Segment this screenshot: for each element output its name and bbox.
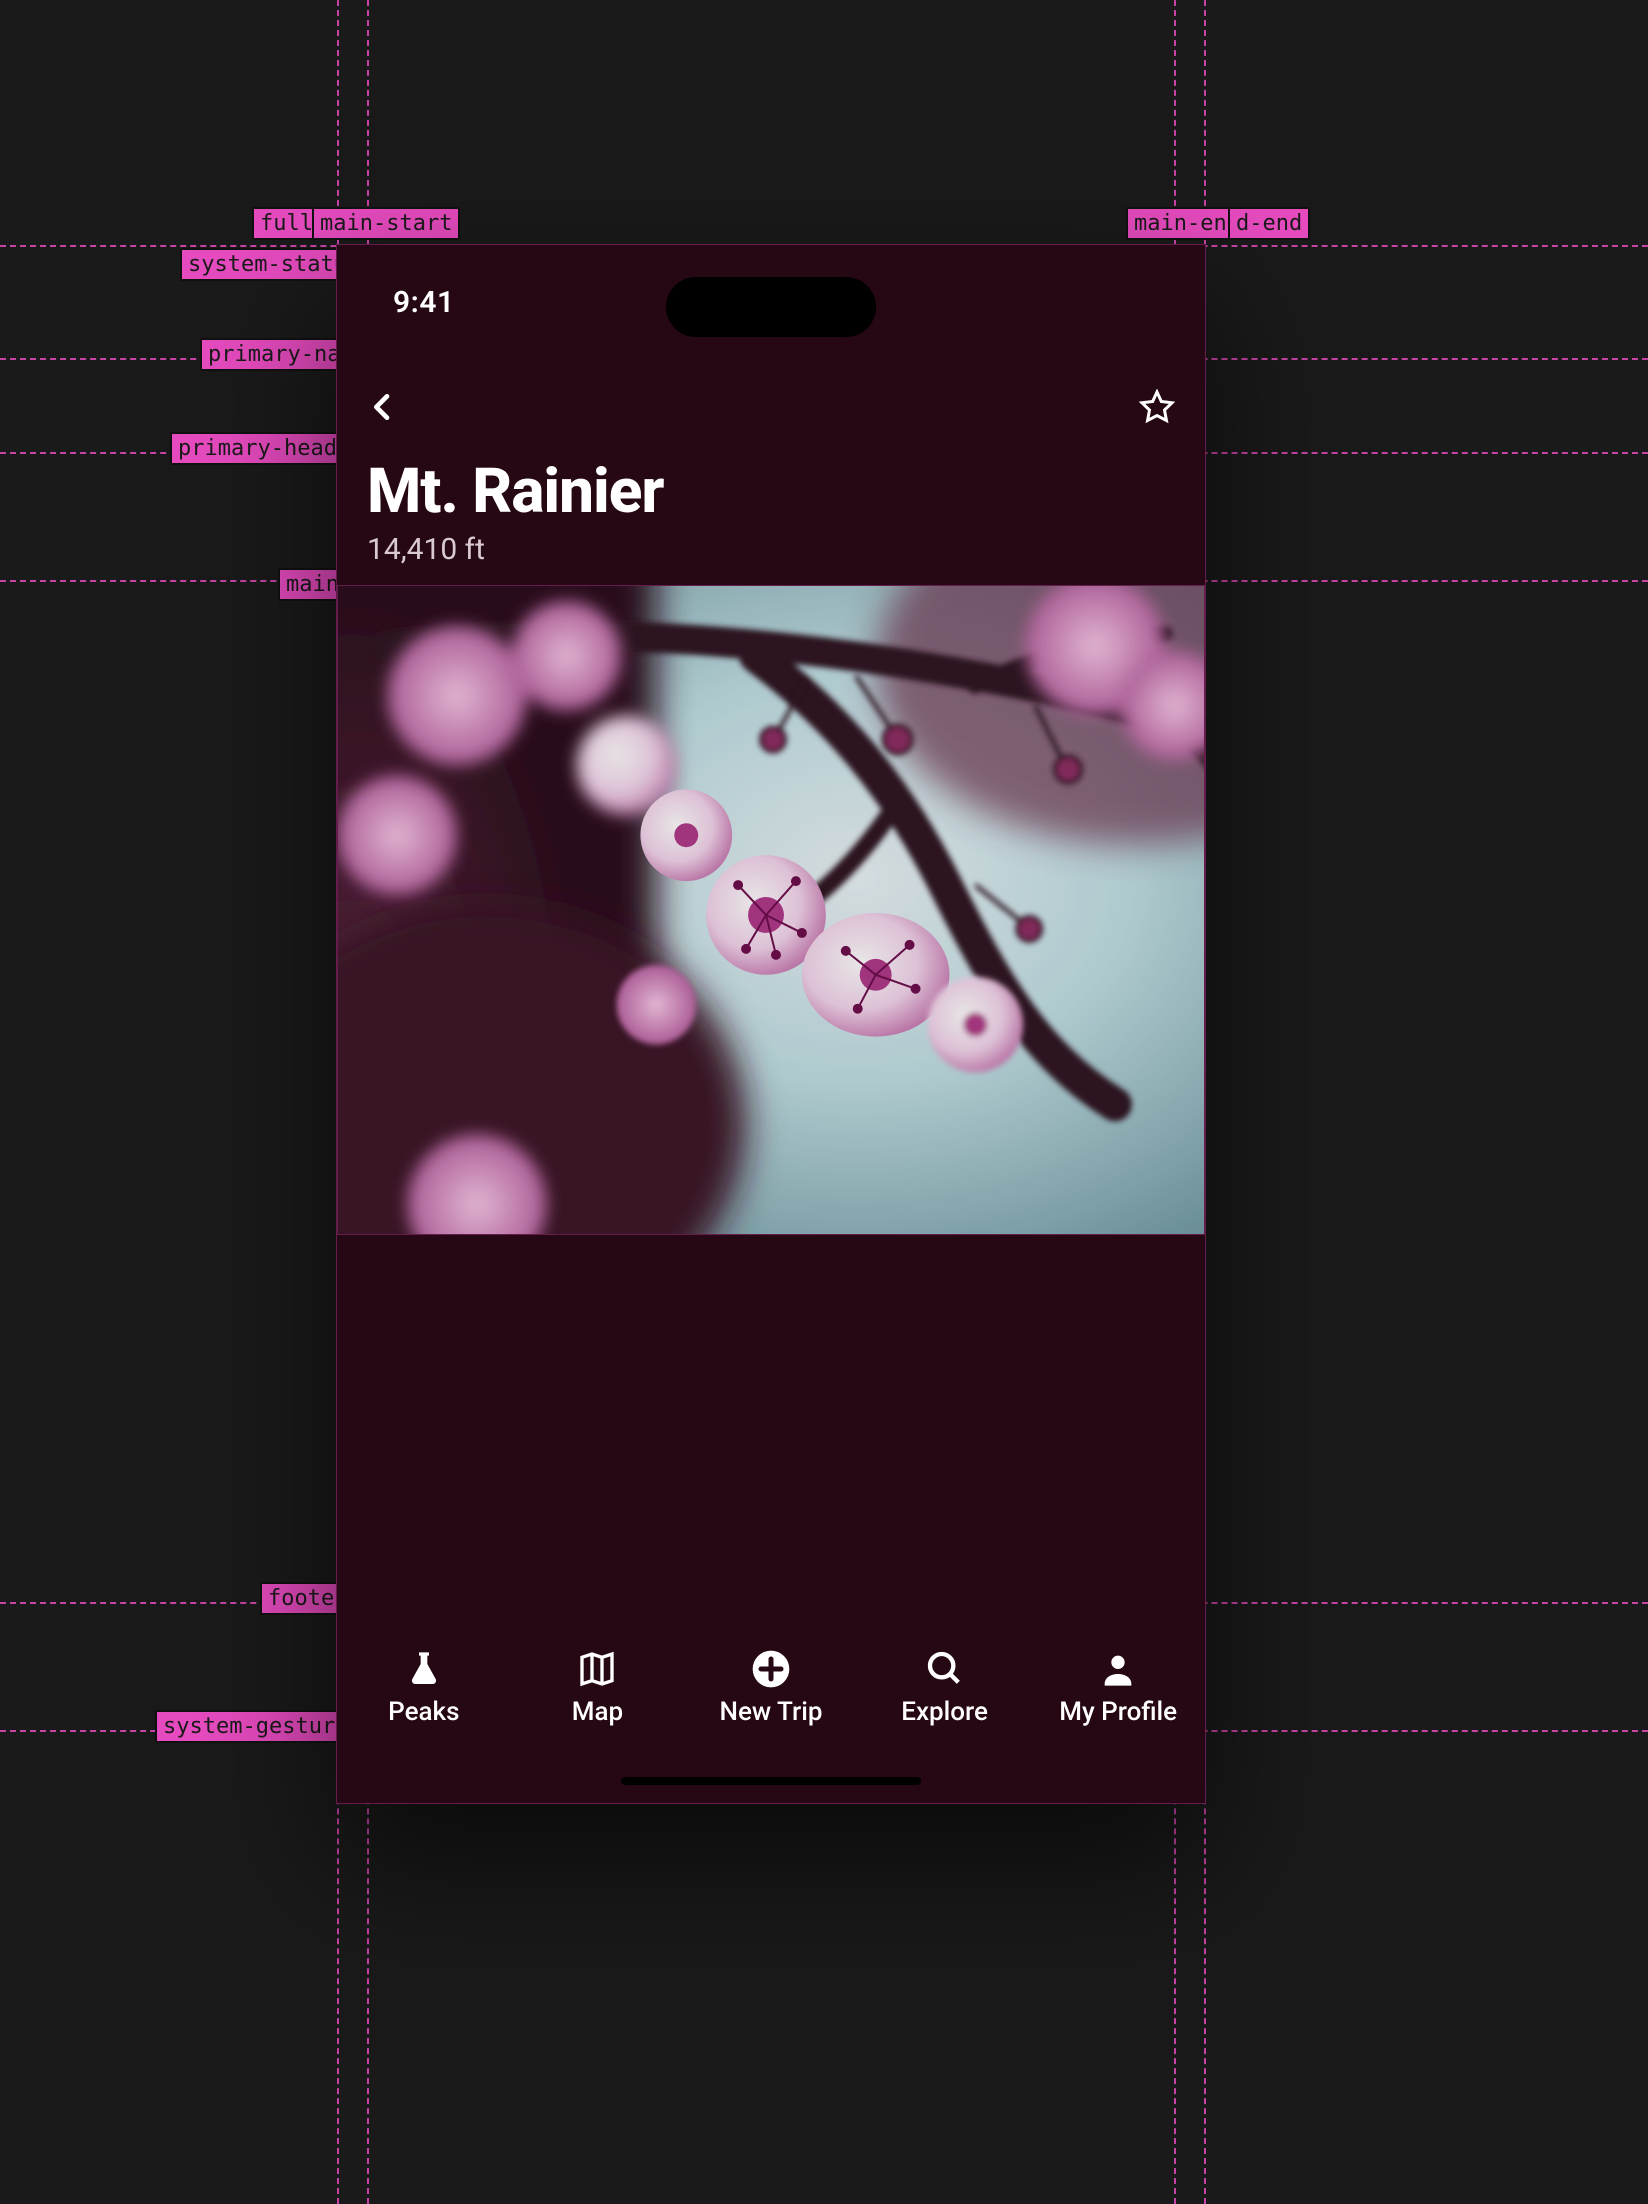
plus-circle-icon <box>751 1649 791 1689</box>
guide-label-fullbleed-end: d-end <box>1228 207 1310 240</box>
tab-bar: Peaks Map New Trip Explore My Profile <box>337 1631 1205 1803</box>
status-time: 9:41 <box>393 285 455 320</box>
primary-header: Mt. Rainier 14,410 ft <box>337 455 1205 585</box>
home-indicator[interactable] <box>621 1777 921 1785</box>
search-icon <box>925 1649 965 1689</box>
guide-label-main-start: main-start <box>312 207 460 240</box>
page-title: Mt. Rainier <box>367 455 1175 528</box>
star-outline-icon <box>1139 389 1175 425</box>
tab-explore[interactable]: Explore <box>858 1649 1032 1727</box>
tab-label: Peaks <box>388 1697 459 1727</box>
chevron-left-icon <box>367 387 399 427</box>
flask-icon <box>404 1649 444 1689</box>
tab-label: Map <box>572 1697 623 1727</box>
dynamic-island <box>666 277 876 337</box>
primary-nav <box>337 359 1205 455</box>
tab-label: My Profile <box>1059 1697 1177 1727</box>
page-subtitle: 14,410 ft <box>367 532 1175 567</box>
back-button[interactable] <box>367 387 399 427</box>
favorite-button[interactable] <box>1139 389 1175 425</box>
person-icon <box>1098 1649 1138 1689</box>
hero-image <box>337 585 1205 1235</box>
device-frame: 9:41 Mt. Rainier 14,410 ft <box>336 244 1206 1804</box>
map-icon <box>577 1649 617 1689</box>
status-bar: 9:41 <box>337 245 1205 359</box>
tab-label: New Trip <box>720 1697 823 1727</box>
tab-my-profile[interactable]: My Profile <box>1031 1649 1205 1727</box>
tab-new-trip[interactable]: New Trip <box>684 1649 858 1727</box>
guide-label-main-end: main-end <box>1126 207 1248 240</box>
tab-map[interactable]: Map <box>511 1649 685 1727</box>
guide-label-fullbleed-start: fullb <box>252 207 334 240</box>
tab-label: Explore <box>901 1697 988 1727</box>
tab-peaks[interactable]: Peaks <box>337 1649 511 1727</box>
